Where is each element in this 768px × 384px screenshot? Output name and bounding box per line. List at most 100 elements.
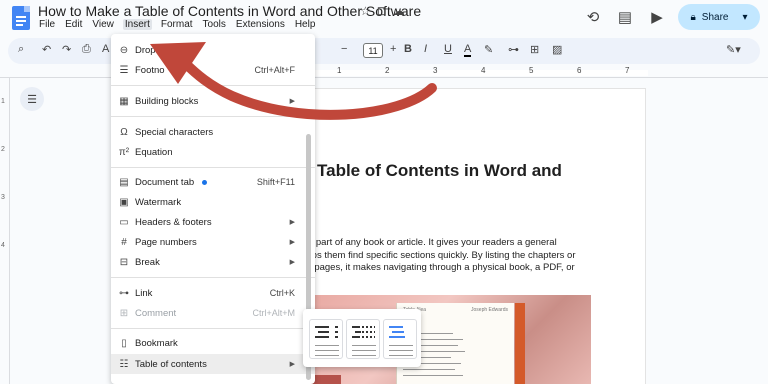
menu-help[interactable]: Help [294, 19, 317, 30]
search-menus-icon[interactable]: ⌕ [18, 43, 24, 56]
submenu-arrow-icon: ▶ [289, 219, 295, 226]
menu-item-table-of-contents[interactable]: ☷ Table of contents ▶ [111, 354, 315, 374]
meet-icon[interactable]: ▶ [646, 6, 668, 28]
menu-item-building-blocks[interactable]: ▦ Building blocks ▶ [111, 91, 315, 111]
menu-item-label: Footno [135, 64, 165, 76]
menu-item-label: Special characters [135, 126, 214, 138]
ruler-mark: 2 [385, 66, 390, 75]
comments-icon[interactable]: ▤ [614, 6, 636, 28]
share-label: Share [701, 11, 729, 23]
submenu-arrow-icon: ▶ [289, 259, 295, 266]
redo-icon[interactable]: ↷ [62, 43, 71, 56]
menu-item-bookmark[interactable]: ▯ Bookmark [111, 333, 315, 353]
star-icon[interactable]: ☆ [360, 4, 371, 18]
menu-item-break[interactable]: ⊟ Break ▶ [111, 252, 315, 272]
footnote-icon: ☰ [119, 64, 129, 76]
book-cover [515, 303, 525, 384]
spellcheck-icon[interactable]: A [102, 43, 109, 55]
ruler-mark: 4 [1, 242, 5, 249]
menu-item-document-tab[interactable]: ▤ Document tab Shift+F11 [111, 172, 315, 192]
underline-icon[interactable]: U [444, 43, 452, 55]
menu-tools[interactable]: Tools [202, 19, 227, 30]
equation-icon: π² [118, 146, 130, 158]
toc-links-option[interactable] [383, 319, 417, 359]
font-size-input[interactable]: 11 [363, 43, 383, 58]
headers-footers-icon: ▭ [119, 216, 129, 228]
share-button[interactable]: 🔒︎ Share ▾ [678, 4, 760, 30]
break-icon: ⊟ [119, 256, 129, 268]
toc-dotted-option[interactable] [346, 319, 380, 359]
editing-mode-icon[interactable]: ✎▾ [726, 43, 741, 56]
menu-item-label: Headers & footers [135, 216, 212, 228]
menu-item-page-numbers[interactable]: # Page numbers ▶ [111, 232, 315, 252]
undo-icon[interactable]: ↶ [42, 43, 51, 56]
menu-item-watermark[interactable]: ▣ Watermark [111, 192, 315, 212]
document-tab-icon: ▤ [119, 176, 129, 188]
menu-bar: File Edit View Insert Format Tools Exten… [38, 19, 316, 30]
ruler-mark: 1 [1, 98, 5, 105]
menu-edit[interactable]: Edit [64, 19, 83, 30]
menu-format[interactable]: Format [160, 19, 194, 30]
menu-item-footnote[interactable]: ☰ Footno Ctrl+Alt+F [111, 60, 315, 80]
decrease-font-icon[interactable]: − [341, 43, 347, 55]
menu-item-shortcut: Ctrl+K [269, 288, 295, 298]
menu-item-label: Page numbers [135, 236, 197, 248]
cloud-status-icon[interactable]: ☁ [393, 4, 405, 18]
menu-item-headers-footers[interactable]: ▭ Headers & footers ▶ [111, 212, 315, 232]
body-line: helps them find specific sections quickl… [299, 249, 576, 261]
history-icon[interactable]: ⟲ [582, 6, 604, 28]
menu-item-dropdown[interactable]: ⊖ Drop [111, 40, 315, 60]
ruler-mark: 5 [529, 66, 534, 75]
menu-item-label-text: Document tab [135, 176, 195, 188]
menu-item-equation[interactable]: π² Equation [111, 142, 315, 162]
menu-item-label: Drop [135, 44, 156, 56]
increase-font-icon[interactable]: + [390, 43, 396, 55]
menu-view[interactable]: View [91, 19, 115, 30]
menu-item-link[interactable]: ⊶ Link Ctrl+K [111, 283, 315, 303]
document-outline-icon[interactable]: ☰ [20, 87, 44, 111]
submenu-arrow-icon: ▶ [289, 98, 295, 105]
vertical-ruler[interactable]: 1 2 3 4 [0, 78, 10, 384]
menu-item-label: Watermark [135, 196, 182, 208]
ruler-mark: 7 [625, 66, 630, 75]
menu-extensions[interactable]: Extensions [235, 19, 286, 30]
ruler-mark: 6 [577, 66, 582, 75]
print-icon[interactable]: ⎙ [82, 43, 91, 56]
bookmark-icon: ▯ [121, 337, 127, 349]
menu-item-label: Document tab [135, 177, 257, 188]
watermark-icon: ▣ [119, 196, 129, 208]
bold-icon[interactable]: B [404, 43, 412, 55]
menu-insert[interactable]: Insert [122, 19, 152, 30]
insert-image-icon[interactable]: ▨ [552, 43, 562, 56]
add-comment-icon[interactable]: ⊞ [530, 43, 539, 56]
table-of-contents-icon: ☷ [119, 358, 129, 370]
menu-item-label: Table of contents [135, 358, 207, 370]
new-badge [202, 179, 208, 185]
menu-item-label: Comment [135, 307, 177, 319]
menu-item-shortcut: Ctrl+Alt+F [254, 65, 295, 75]
ruler-mark: 4 [481, 66, 486, 75]
insert-link-icon[interactable]: ⊶ [508, 43, 519, 56]
ruler-mark: 3 [1, 194, 5, 201]
menu-item-special-characters[interactable]: Ω Special characters [111, 122, 315, 142]
menu-item-label: Building blocks [135, 95, 199, 107]
docs-logo-icon[interactable] [12, 6, 30, 30]
menu-item-label: Link [135, 287, 153, 299]
italic-icon[interactable]: I [424, 43, 427, 55]
insert-menu: ⊖ Drop ☰ Footno Ctrl+Alt+F ▦ Building bl… [111, 34, 315, 384]
comment-icon: ⊞ [119, 307, 129, 319]
book-header-right: Joseph Edwards [471, 307, 508, 313]
toc-plain-text-option[interactable] [309, 319, 343, 359]
ruler-mark: 3 [433, 66, 438, 75]
lock-icon: 🔒︎ [690, 11, 696, 23]
share-dropdown-icon[interactable]: ▾ [742, 12, 747, 23]
menu-item-comment: ⊞ Comment Ctrl+Alt+M [111, 303, 315, 323]
menu-file[interactable]: File [38, 19, 56, 30]
building-blocks-icon: ▦ [119, 95, 129, 107]
move-folder-icon[interactable]: ⊡ [377, 4, 387, 18]
highlight-icon[interactable]: ✎ [484, 43, 493, 56]
text-color-icon[interactable]: A [464, 43, 472, 57]
dropdown-icon: ⊖ [119, 44, 129, 56]
document-heading: Table of Contents in Word and [317, 161, 562, 180]
link-icon: ⊶ [119, 287, 129, 299]
